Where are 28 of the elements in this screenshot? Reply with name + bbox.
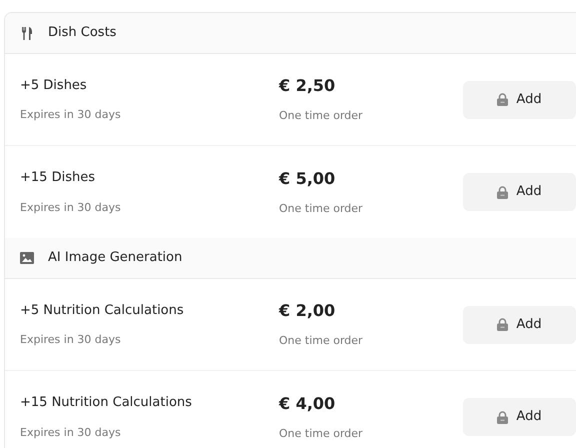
expiry-text: Expires in 30 days <box>20 424 122 440</box>
add-button[interactable]: Add <box>463 306 576 344</box>
lock-icon <box>497 318 508 331</box>
lock-icon <box>497 93 508 106</box>
add-button[interactable]: Add <box>463 398 576 436</box>
price: € 5,00 <box>279 168 336 190</box>
order-note: One time order <box>279 426 364 442</box>
item-name: +15 Nutrition Calculations <box>20 394 193 412</box>
expiry-text: Expires in 30 days <box>20 332 122 348</box>
lock-icon <box>497 410 508 424</box>
section-title: Dish Costs <box>48 24 116 42</box>
price: € 2,00 <box>279 300 336 322</box>
expiry-text: Expires in 30 days <box>20 107 122 123</box>
item-name: +5 Nutrition Calculations <box>20 302 185 320</box>
image-icon <box>20 252 34 264</box>
section-title: AI Image Generation <box>48 249 182 268</box>
expiry-text: Expires in 30 days <box>20 200 122 216</box>
price: € 4,00 <box>279 392 336 415</box>
add-button[interactable]: Add <box>463 80 576 118</box>
utensils-icon <box>21 26 33 40</box>
item-name: +5 Dishes <box>20 76 88 94</box>
order-note: One time order <box>279 333 364 350</box>
order-note: One time order <box>279 200 364 217</box>
lock-icon <box>497 186 508 198</box>
order-note: One time order <box>279 108 364 124</box>
add-button[interactable]: Add <box>463 173 576 211</box>
item-name: +15 Dishes <box>20 169 96 187</box>
price: € 2,50 <box>279 75 336 98</box>
